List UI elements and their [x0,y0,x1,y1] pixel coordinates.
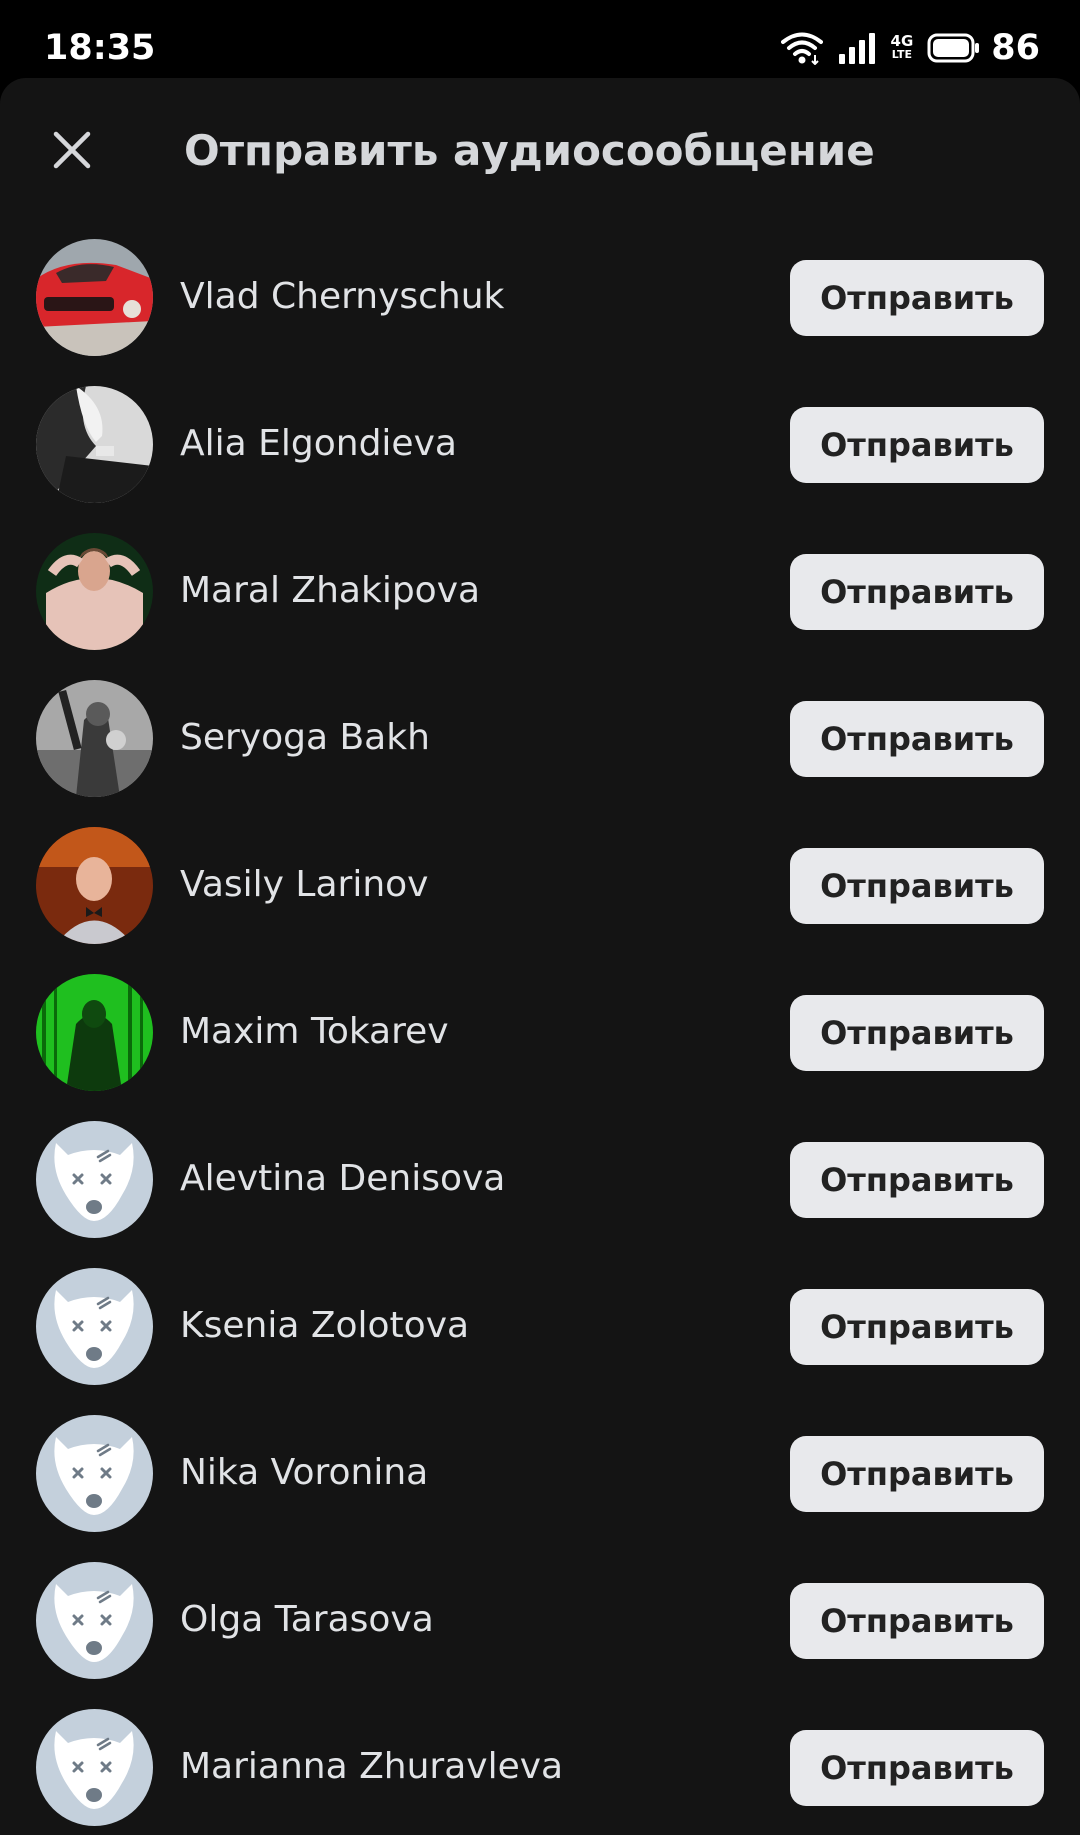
contact-row: Vlad Chernyschuk Отправить [0,224,1080,371]
contact-row: Alevtina Denisova Отправить [0,1106,1080,1253]
avatar [36,239,153,356]
contact-row: Maxim Tokarev Отправить [0,959,1080,1106]
network-4g-icon: 4G LTE [891,34,914,62]
network-sub-label: LTE [891,48,913,61]
status-time: 18:35 [44,28,156,68]
battery-icon [927,33,981,63]
contact-row: Seryoga Bakh Отправить [0,665,1080,812]
send-button[interactable]: Отправить [790,995,1044,1071]
send-button[interactable]: Отправить [790,554,1044,630]
battery-percent: 86 [991,28,1040,68]
contact-list: Vlad Chernyschuk Отправить Alia Elgondie… [0,224,1080,1835]
placeholder-dog-icon [36,1709,153,1826]
send-button[interactable]: Отправить [790,260,1044,336]
contact-name: Seryoga Bakh [180,717,430,758]
avatar [36,827,153,944]
contact-row: Nika Voronina Отправить [0,1400,1080,1547]
send-button[interactable]: Отправить [790,1583,1044,1659]
status-icons: 4G LTE 86 [767,26,1040,70]
avatar [36,974,153,1091]
send-button[interactable]: Отправить [790,1730,1044,1806]
send-button[interactable]: Отправить [790,407,1044,483]
status-bar: 18:35 4G LTE 86 [0,0,1080,78]
contact-name: Maxim Tokarev [180,1011,449,1052]
send-button[interactable]: Отправить [790,701,1044,777]
contact-row: Olga Tarasova Отправить [0,1547,1080,1694]
placeholder-dog-icon [36,1415,153,1532]
contact-name: Maral Zhakipova [180,570,481,611]
send-button[interactable]: Отправить [790,1289,1044,1365]
placeholder-dog-icon [36,1121,153,1238]
contact-row: Ksenia Zolotova Отправить [0,1253,1080,1400]
contact-name: Nika Voronina [180,1452,429,1493]
contact-name: Vasily Larinov [180,864,429,905]
close-icon [53,131,91,169]
wifi-icon [780,31,823,65]
close-button[interactable] [36,114,108,186]
share-sheet: Отправить аудиосообщение Vlad Chernyschu… [0,78,1080,1835]
contact-name: Marianna Zhuravleva [180,1746,564,1787]
contact-name: Vlad Chernyschuk [180,276,505,317]
contact-row: Alia Elgondieva Отправить [0,371,1080,518]
contact-row: Vasily Larinov Отправить [0,812,1080,959]
contact-name: Alia Elgondieva [180,423,457,464]
avatar [36,680,153,797]
send-button[interactable]: Отправить [790,1142,1044,1218]
contact-name: Ksenia Zolotova [180,1305,470,1346]
contact-row: Marianna Zhuravleva Отправить [0,1694,1080,1835]
contact-name: Alevtina Denisova [180,1158,506,1199]
avatar [36,533,153,650]
contact-name: Olga Tarasova [180,1599,434,1640]
network-label: 4G [890,32,914,50]
signal-icon [837,32,877,64]
placeholder-dog-icon [36,1268,153,1385]
send-button[interactable]: Отправить [790,848,1044,924]
contact-row: Maral Zhakipova Отправить [0,518,1080,665]
avatar [36,386,153,503]
send-button[interactable]: Отправить [790,1436,1044,1512]
placeholder-dog-icon [36,1562,153,1679]
sheet-header: Отправить аудиосообщение [0,78,1080,224]
sheet-title: Отправить аудиосообщение [184,126,875,175]
